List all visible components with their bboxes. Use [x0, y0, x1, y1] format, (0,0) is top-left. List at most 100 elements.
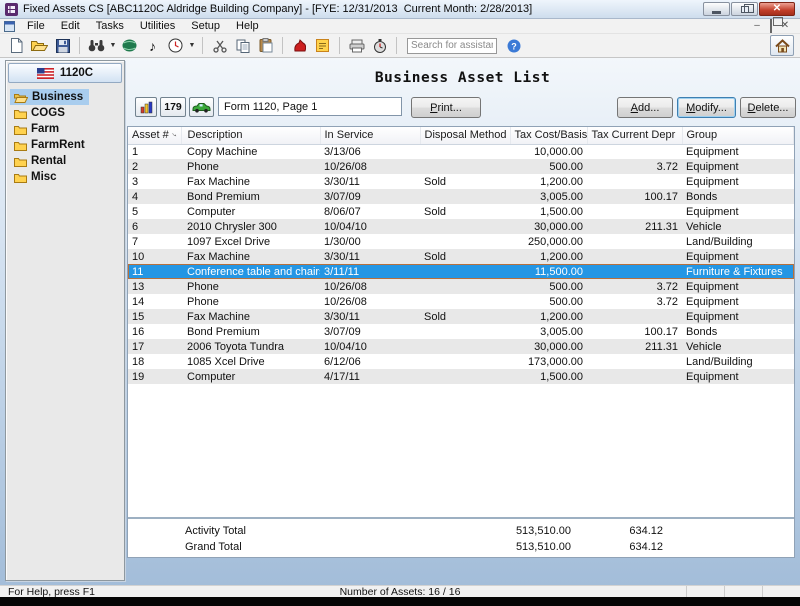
find-button[interactable]: [86, 36, 107, 56]
grand-total-cost: 513,510.00: [516, 541, 571, 553]
col-header-in-service[interactable]: In Service: [320, 127, 420, 144]
home-button[interactable]: [770, 35, 794, 56]
find-dropdown-icon[interactable]: ▼: [109, 42, 117, 49]
sidebar-item-cogs[interactable]: COGS: [10, 105, 71, 121]
sidebar-item-label: Rental: [31, 155, 66, 167]
asset-table: Asset # Description In Service Disposal …: [128, 127, 794, 384]
table-row[interactable]: 19Computer4/17/111,500.00Equipment: [128, 369, 794, 384]
cell-cost: 1,200.00: [510, 249, 587, 264]
client-flag-button[interactable]: [289, 36, 310, 56]
table-row[interactable]: 13Phone10/26/08500.003.72Equipment: [128, 279, 794, 294]
cell-in-service: 1/30/00: [320, 234, 420, 249]
table-row[interactable]: 10Fax Machine3/30/11Sold1,200.00Equipmen…: [128, 249, 794, 264]
col-header-group[interactable]: Group: [682, 127, 794, 144]
close-button[interactable]: ✕: [759, 2, 795, 16]
cut-button[interactable]: [209, 36, 230, 56]
table-row[interactable]: 3Fax Machine3/30/11Sold1,200.00Equipment: [128, 174, 794, 189]
col-header-tax-current-depr[interactable]: Tax Current Depr: [587, 127, 682, 144]
child-minimize-button[interactable]: –: [750, 21, 764, 31]
add-button[interactable]: Add...: [617, 97, 673, 118]
paste-button[interactable]: [255, 36, 276, 56]
grand-total-row: Grand Total513,510.00 634.12: [128, 539, 794, 555]
print-button[interactable]: Print...: [411, 97, 481, 118]
cell-in-service: 3/07/09: [320, 324, 420, 339]
table-row[interactable]: 15Fax Machine3/30/11Sold1,200.00Equipmen…: [128, 309, 794, 324]
modify-button[interactable]: Modify...: [677, 97, 736, 118]
svg-text:?: ?: [511, 41, 517, 51]
table-row[interactable]: 172006 Toyota Tundra10/04/1030,000.00211…: [128, 339, 794, 354]
search-input[interactable]: [407, 38, 497, 54]
cell-group: Equipment: [682, 144, 794, 159]
menu-edit[interactable]: Edit: [53, 19, 88, 33]
vehicle-icon: [192, 102, 211, 113]
cell-disposal: Sold: [420, 204, 510, 219]
totals-section: Activity Total513,510.00 634.12 Grand To…: [128, 517, 794, 557]
table-row[interactable]: 1Copy Machine3/13/0610,000.00Equipment: [128, 144, 794, 159]
menu-utilities[interactable]: Utilities: [132, 19, 183, 33]
table-row[interactable]: 2Phone10/26/08500.003.72Equipment: [128, 159, 794, 174]
table-row[interactable]: 14Phone10/26/08500.003.72Equipment: [128, 294, 794, 309]
child-restore-button[interactable]: [770, 20, 772, 32]
cell-cost: 11,500.00: [510, 264, 587, 279]
cell-cost: 1,500.00: [510, 369, 587, 384]
cell-depr: [587, 174, 682, 189]
home-icon: [775, 39, 790, 53]
notes-button[interactable]: ♪: [142, 36, 163, 56]
vehicle-button[interactable]: [189, 97, 214, 117]
sticky-note-button[interactable]: [312, 36, 333, 56]
col-header-asset[interactable]: Asset #: [128, 127, 181, 144]
save-button[interactable]: [52, 36, 73, 56]
client-button[interactable]: 1120C: [8, 63, 122, 83]
copy-button[interactable]: [232, 36, 253, 56]
cell-depr: [587, 144, 682, 159]
table-row[interactable]: 181085 Xcel Drive6/12/06173,000.00Land/B…: [128, 354, 794, 369]
table-row-selected[interactable]: 11Conference table and chairs3/11/1111,5…: [128, 264, 794, 279]
cell-cost: 3,005.00: [510, 189, 587, 204]
sidebar-item-misc[interactable]: Misc: [10, 169, 63, 185]
cell-depr: 3.72: [587, 159, 682, 174]
menu-file[interactable]: File: [19, 19, 53, 33]
activity-total-label: Activity Total: [128, 525, 516, 537]
cell-asset: 6: [128, 219, 181, 234]
cell-cost: 500.00: [510, 159, 587, 174]
table-row[interactable]: 5Computer8/06/07Sold1,500.00Equipment: [128, 204, 794, 219]
menu-tasks[interactable]: Tasks: [88, 19, 132, 33]
help-button[interactable]: ?: [503, 36, 524, 56]
restore-button[interactable]: [731, 2, 758, 16]
cell-group: Bonds: [682, 189, 794, 204]
table-row[interactable]: 62010 Chrysler 30010/04/1030,000.00211.3…: [128, 219, 794, 234]
cell-disposal: [420, 234, 510, 249]
table-row[interactable]: 71097 Excel Drive1/30/00250,000.00Land/B…: [128, 234, 794, 249]
sidebar-item-farmrent[interactable]: FarmRent: [10, 137, 91, 153]
timer-button[interactable]: [369, 36, 390, 56]
form-display-field[interactable]: Form 1120, Page 1: [218, 97, 402, 116]
col-header-disposal-method[interactable]: Disposal Method: [420, 127, 510, 144]
open-button[interactable]: [29, 36, 50, 56]
new-button[interactable]: [6, 36, 27, 56]
cell-description: Computer: [181, 204, 320, 219]
delete-button[interactable]: Delete...: [740, 97, 796, 118]
toolbar-separator: [79, 37, 80, 54]
child-restore-icon: [770, 19, 772, 33]
print-toolbar-button[interactable]: [346, 36, 367, 56]
cell-asset: 16: [128, 324, 181, 339]
sidebar-item-farm[interactable]: Farm: [10, 121, 65, 137]
menu-help[interactable]: Help: [228, 19, 267, 33]
menu-setup[interactable]: Setup: [183, 19, 228, 33]
table-header-row: Asset # Description In Service Disposal …: [128, 127, 794, 144]
col-header-tax-cost-basis[interactable]: Tax Cost/Basis: [510, 127, 587, 144]
cell-in-service: 8/06/07: [320, 204, 420, 219]
history-button[interactable]: [165, 36, 186, 56]
sidebar-item-business[interactable]: Business: [10, 89, 89, 105]
col-header-description[interactable]: Description: [181, 127, 320, 144]
section-179-button[interactable]: 179: [160, 97, 186, 117]
globe-button[interactable]: [119, 36, 140, 56]
cell-disposal: Sold: [420, 249, 510, 264]
sidebar-item-rental[interactable]: Rental: [10, 153, 72, 169]
cell-in-service: 3/11/11: [320, 264, 420, 279]
chart-button[interactable]: [135, 97, 157, 117]
table-row[interactable]: 16Bond Premium3/07/093,005.00100.17Bonds: [128, 324, 794, 339]
history-dropdown-icon[interactable]: ▼: [188, 42, 196, 49]
minimize-button[interactable]: [703, 2, 730, 16]
table-row[interactable]: 4Bond Premium3/07/093,005.00100.17Bonds: [128, 189, 794, 204]
